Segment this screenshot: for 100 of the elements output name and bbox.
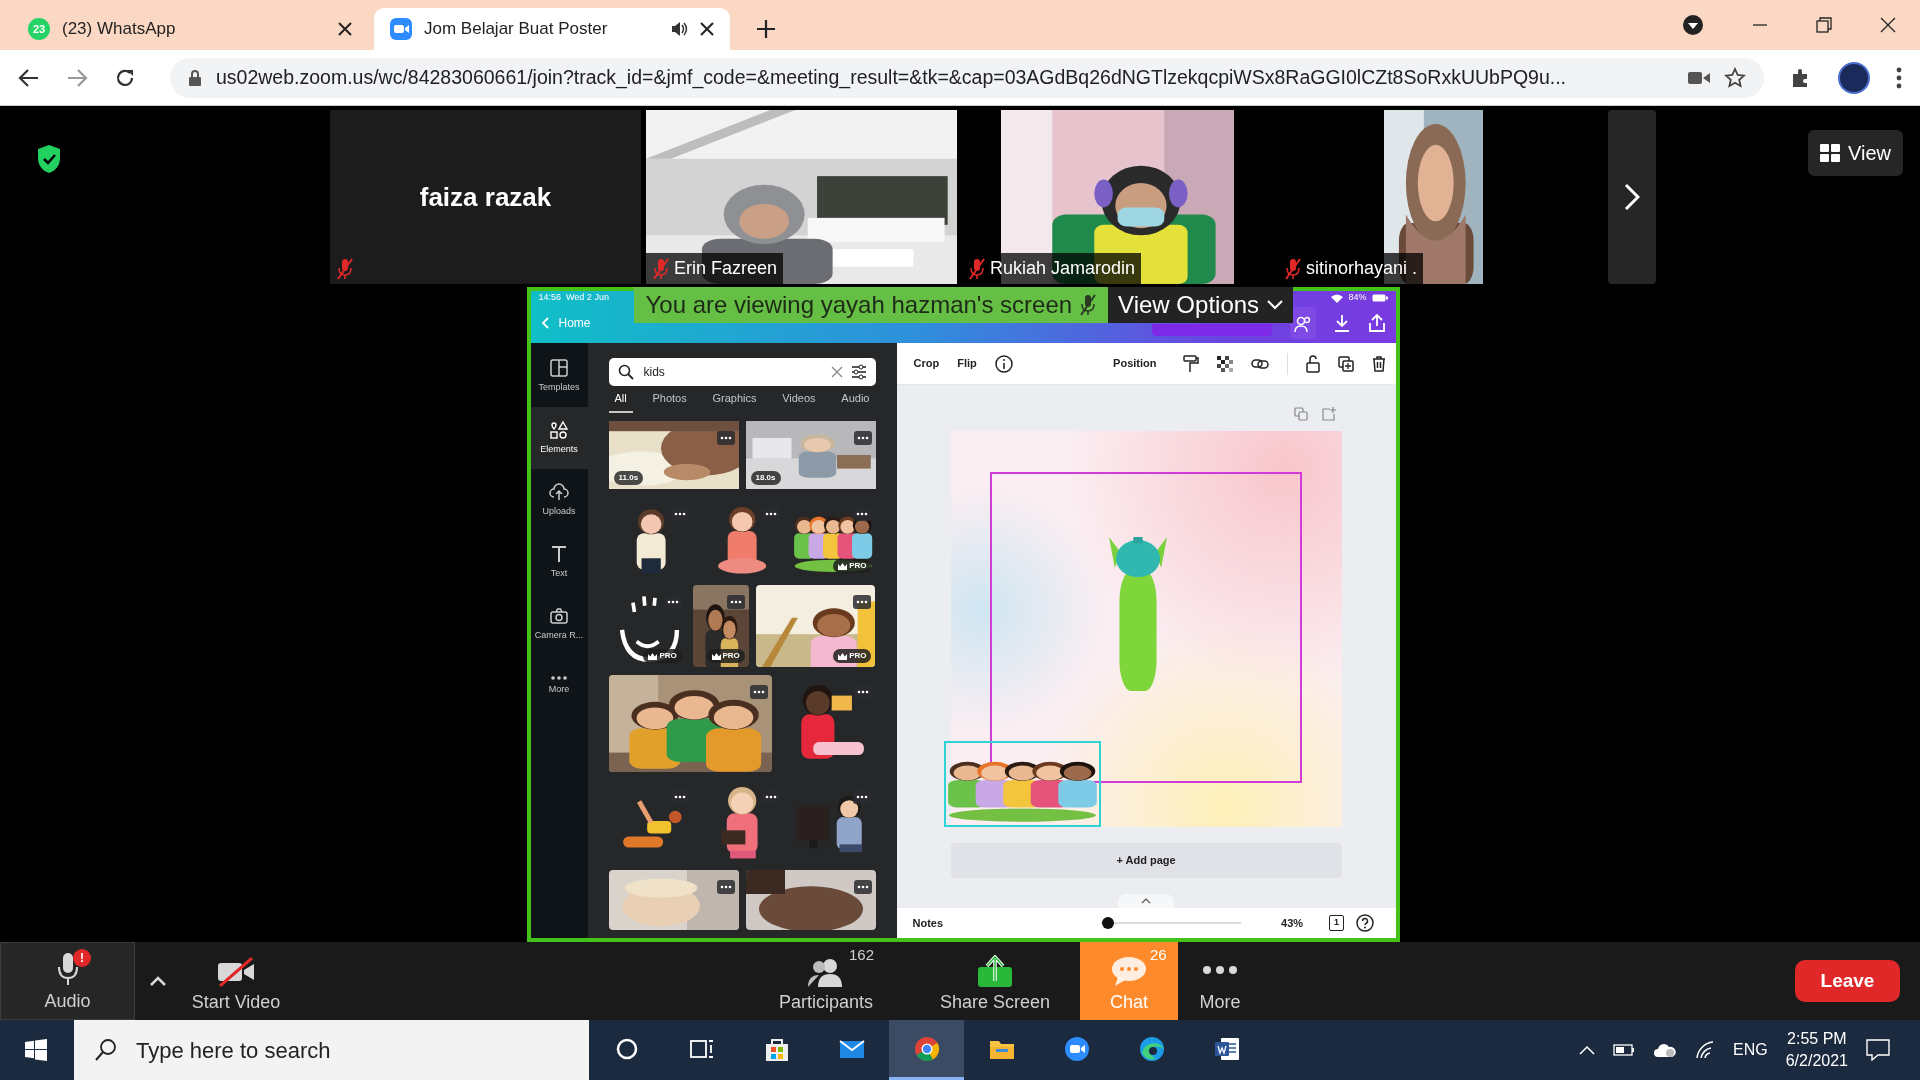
- more-icon[interactable]: [853, 789, 872, 804]
- more-icon[interactable]: [670, 789, 689, 804]
- filter-tab[interactable]: Graphics: [706, 386, 763, 413]
- chrome-icon: [912, 1034, 941, 1063]
- language-indicator: ENG: [1733, 1040, 1768, 1060]
- start-video-button[interactable]: Start Video: [181, 942, 291, 1020]
- filter-tab[interactable]: Videos: [776, 386, 822, 413]
- url-text: us02web.zoom.us/wc/84283060661/join?track_id=&jmf_code=&meeting_result=&tk=&cap=03AGdBq26dNGTlzekqcpiWSx8RaGGI0lCZt8SoRxkUUbPQ9u...: [216, 64, 1567, 91]
- wifi-icon: [1331, 293, 1344, 303]
- more-icon[interactable]: [670, 506, 689, 521]
- search-input[interactable]: kids: [641, 362, 823, 383]
- transparency-icon[interactable]: [1216, 355, 1233, 372]
- crop-button[interactable]: Crop: [913, 355, 940, 372]
- filter-tab[interactable]: Photos: [646, 386, 693, 413]
- duplicate-icon[interactable]: [1337, 355, 1354, 372]
- dropdown-icon[interactable]: [1682, 14, 1704, 36]
- tab-title: (23) WhatsApp: [62, 18, 177, 41]
- banner-text: You are viewing yayah hazman's screen: [645, 290, 1073, 320]
- participants-button[interactable]: 162 Participants: [751, 942, 901, 1020]
- lock-icon: [188, 68, 202, 87]
- windows-icon[interactable]: [25, 1039, 47, 1061]
- rail-tab[interactable]: Templates: [530, 345, 588, 407]
- close-icon[interactable]: [1880, 17, 1896, 33]
- info-icon[interactable]: [994, 354, 1013, 373]
- close-icon[interactable]: [700, 22, 714, 36]
- more-icon[interactable]: [853, 684, 872, 699]
- caret-up-icon: [1141, 898, 1151, 904]
- chat-icon: [1110, 955, 1148, 987]
- chat-count: 26: [1150, 945, 1167, 965]
- edge-icon: [1137, 1034, 1166, 1063]
- clear-icon[interactable]: [830, 366, 843, 379]
- video-camera-icon: [1062, 1034, 1091, 1063]
- duplicate-page-icon[interactable]: [1293, 407, 1308, 421]
- download-icon[interactable]: [1333, 314, 1350, 332]
- cloud-upload-icon: [549, 481, 569, 502]
- participant-name: Erin Fazreen: [674, 257, 778, 280]
- menu-icon[interactable]: [1896, 66, 1902, 89]
- shield-icon: [36, 144, 62, 174]
- pro-label: PRO: [849, 650, 867, 662]
- tray-time: 2:55 PM: [1787, 1029, 1847, 1050]
- filter-icon[interactable]: [850, 364, 867, 381]
- rail-tab[interactable]: More: [530, 655, 588, 717]
- search-input[interactable]: Type here to search: [134, 1032, 569, 1068]
- status-date: Wed 2 Jun: [566, 291, 609, 305]
- rail-tab[interactable]: Elements: [530, 407, 588, 469]
- alert-badge: !: [73, 949, 91, 967]
- forward-icon[interactable]: [66, 66, 88, 89]
- rail-tab[interactable]: Uploads: [530, 469, 588, 531]
- paint-roller-icon[interactable]: [1182, 354, 1199, 373]
- browser-tab[interactable]: 23 (23) WhatsApp: [12, 8, 368, 50]
- help-icon[interactable]: [1356, 914, 1375, 932]
- more-icon[interactable]: [762, 506, 781, 521]
- crown-icon: [838, 652, 848, 660]
- wifi-icon[interactable]: [1695, 1041, 1716, 1059]
- view-button[interactable]: View: [1808, 130, 1903, 176]
- restore-icon[interactable]: [1816, 17, 1832, 33]
- camera-icon: [549, 605, 569, 626]
- notes-button[interactable]: Notes: [912, 914, 944, 932]
- link-icon[interactable]: [1250, 356, 1269, 371]
- star-icon[interactable]: [1724, 66, 1746, 89]
- close-icon[interactable]: [338, 22, 352, 36]
- position-button[interactable]: Position: [1113, 355, 1157, 372]
- filter-tab[interactable]: Audio: [835, 386, 876, 413]
- view-options-button[interactable]: View Options: [1108, 287, 1294, 323]
- trash-icon[interactable]: [1371, 355, 1386, 372]
- profile-avatar[interactable]: [1838, 61, 1870, 94]
- page-count[interactable]: 1: [1329, 915, 1345, 931]
- browser-tab[interactable]: Jom Belajar Buat Poster: [374, 8, 730, 50]
- flip-button[interactable]: Flip: [957, 355, 977, 372]
- chevron-right-icon: [1624, 183, 1640, 211]
- more-icon[interactable]: [663, 594, 682, 609]
- chevron-up-icon[interactable]: [1579, 1045, 1596, 1055]
- participant-name: Rukiah Jamarodin: [990, 257, 1136, 280]
- battery-icon[interactable]: [1613, 1044, 1636, 1056]
- more-icon[interactable]: [853, 506, 872, 521]
- back-icon[interactable]: [18, 66, 40, 89]
- add-page-button[interactable]: + Add page: [950, 843, 1342, 878]
- search-field[interactable]: kids: [608, 358, 876, 387]
- search-field[interactable]: Type here to search: [74, 1020, 589, 1080]
- rail-tab[interactable]: Camera R...: [530, 593, 588, 655]
- more-icon[interactable]: [762, 789, 781, 804]
- leave-button[interactable]: Leave: [1795, 960, 1900, 1002]
- more-button[interactable]: More: [1178, 942, 1262, 1020]
- rail-tab[interactable]: Text: [530, 531, 588, 593]
- audio-button[interactable]: ! Audio: [0, 942, 135, 1020]
- new-tab-icon[interactable]: [756, 18, 776, 39]
- camera-icon[interactable]: [1688, 69, 1710, 86]
- cloud-icon[interactable]: [1653, 1042, 1678, 1058]
- share-icon[interactable]: [1367, 314, 1386, 332]
- people-button[interactable]: [1289, 307, 1316, 339]
- share-screen-button[interactable]: Share Screen: [915, 942, 1075, 1020]
- lock-icon[interactable]: [1305, 354, 1320, 373]
- notification-icon[interactable]: [1866, 1039, 1890, 1061]
- caret-up-icon[interactable]: [149, 975, 167, 987]
- slider-thumb[interactable]: [1102, 917, 1115, 929]
- filter-tab[interactable]: All: [608, 386, 633, 413]
- crown-icon: [711, 652, 721, 660]
- address-bar[interactable]: us02web.zoom.us/wc/84283060661/join?track_id=&jmf_code=&meeting_result=&tk=&cap=03AGdBq26dNGTlzekqcpiWSx8RaGGI0lCZt8SoRxkUUbPQ9u...: [170, 57, 1764, 98]
- crown-icon: [648, 652, 658, 660]
- people-icon: [1293, 314, 1312, 333]
